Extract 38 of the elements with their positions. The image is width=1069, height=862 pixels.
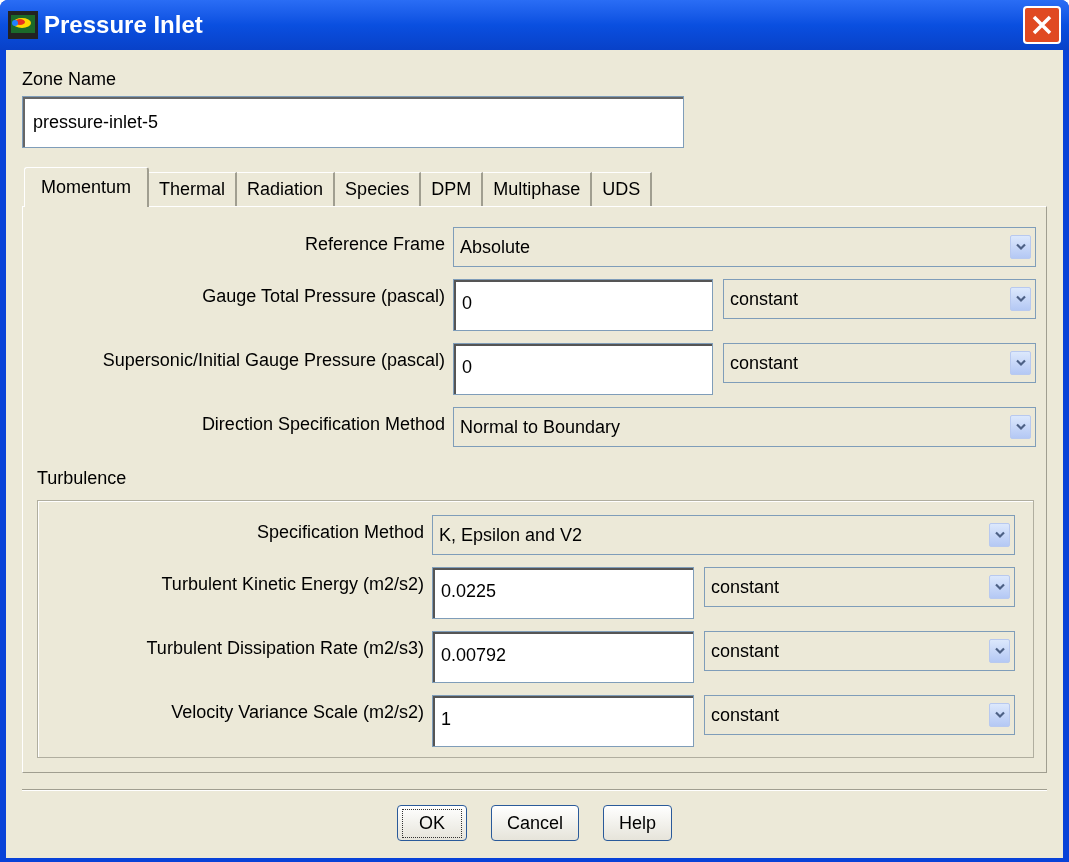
tab[interactable]: DPM xyxy=(421,172,484,206)
tab[interactable]: Momentum xyxy=(24,167,150,207)
value-input[interactable]: 0.0225 xyxy=(432,567,694,619)
tab[interactable]: Thermal xyxy=(149,172,238,206)
tab[interactable]: Radiation xyxy=(237,172,336,206)
dialog-button[interactable]: Help xyxy=(603,805,673,841)
dropdown[interactable]: Absolute xyxy=(453,227,1036,267)
dropdown[interactable]: constant xyxy=(723,343,1036,383)
dropdown[interactable]: constant xyxy=(704,695,1015,735)
close-button[interactable] xyxy=(1023,6,1061,44)
dropdown[interactable]: constant xyxy=(704,631,1015,671)
field-label: Reference Frame xyxy=(303,233,445,256)
section-title: Turbulence xyxy=(37,467,128,490)
value-input[interactable]: 0.00792 xyxy=(432,631,694,683)
tab[interactable]: Multiphase xyxy=(483,172,593,206)
zone-name-input[interactable]: pressure-inlet-5 xyxy=(22,96,684,148)
field-label: Zone Name xyxy=(22,70,118,88)
field-label: Turbulent Kinetic Energy (m2/s2) xyxy=(160,573,424,596)
field-label: Turbulent Dissipation Rate (m2/s3) xyxy=(145,637,424,660)
field-label: Specification Method xyxy=(255,521,424,544)
close-icon xyxy=(1031,14,1053,36)
dropdown[interactable]: Normal to Boundary xyxy=(453,407,1036,447)
field-label: Velocity Variance Scale (m2/s2) xyxy=(170,701,424,724)
field-label: Gauge Total Pressure (pascal) xyxy=(201,285,445,308)
field-label: Direction Specification Method xyxy=(200,413,445,436)
dialog-button[interactable]: Cancel xyxy=(490,805,579,841)
app-logo-icon xyxy=(8,11,38,39)
value-input[interactable]: 0 xyxy=(453,343,713,395)
value-input[interactable]: 1 xyxy=(432,695,694,747)
dialog-button[interactable]: OK xyxy=(396,805,467,841)
tab[interactable]: Species xyxy=(335,172,422,206)
field-label: Supersonic/Initial Gauge Pressure (pascal) xyxy=(101,349,445,372)
value-input[interactable]: 0 xyxy=(453,279,713,331)
dropdown[interactable]: constant xyxy=(704,567,1015,607)
dropdown[interactable]: constant xyxy=(723,279,1036,319)
tab[interactable]: UDS xyxy=(592,172,653,206)
dropdown[interactable]: K, Epsilon and V2 xyxy=(432,515,1015,555)
window-title: Pressure Inlet xyxy=(44,10,204,40)
